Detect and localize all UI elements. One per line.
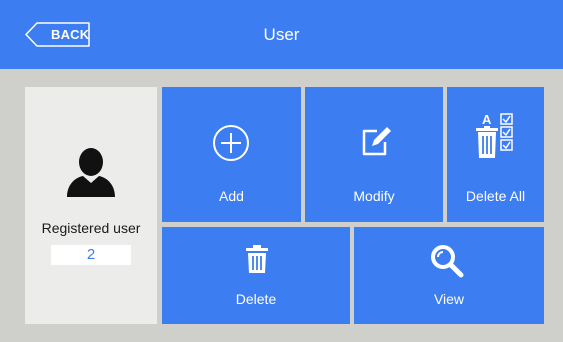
plus-circle-icon (213, 125, 249, 161)
add-label: Add (219, 188, 244, 204)
search-icon (431, 245, 464, 278)
trash-icon (246, 245, 268, 273)
view-button[interactable]: View (354, 227, 544, 324)
user-icon (67, 148, 115, 197)
add-button[interactable]: Add (162, 87, 301, 222)
view-label: View (433, 291, 465, 307)
registered-user-label: Registered user (41, 220, 141, 236)
delete-button[interactable]: Delete (162, 227, 350, 324)
page-title: User (263, 25, 300, 44)
delete-all-icon: A (476, 112, 513, 158)
delete-all-label: Delete All (465, 188, 526, 204)
delete-all-button[interactable]: A Delete All (447, 87, 544, 222)
delete-label: Delete (235, 291, 277, 307)
edit-icon (362, 127, 391, 156)
delete-all-icon-glyph: A (482, 112, 492, 127)
registered-user-panel: Registered user 2 (25, 87, 157, 324)
registered-user-count: 2 (51, 245, 131, 265)
modify-button[interactable]: Modify (305, 87, 443, 222)
modify-label: Modify (353, 188, 395, 204)
header-bar: BACK User (0, 0, 563, 69)
